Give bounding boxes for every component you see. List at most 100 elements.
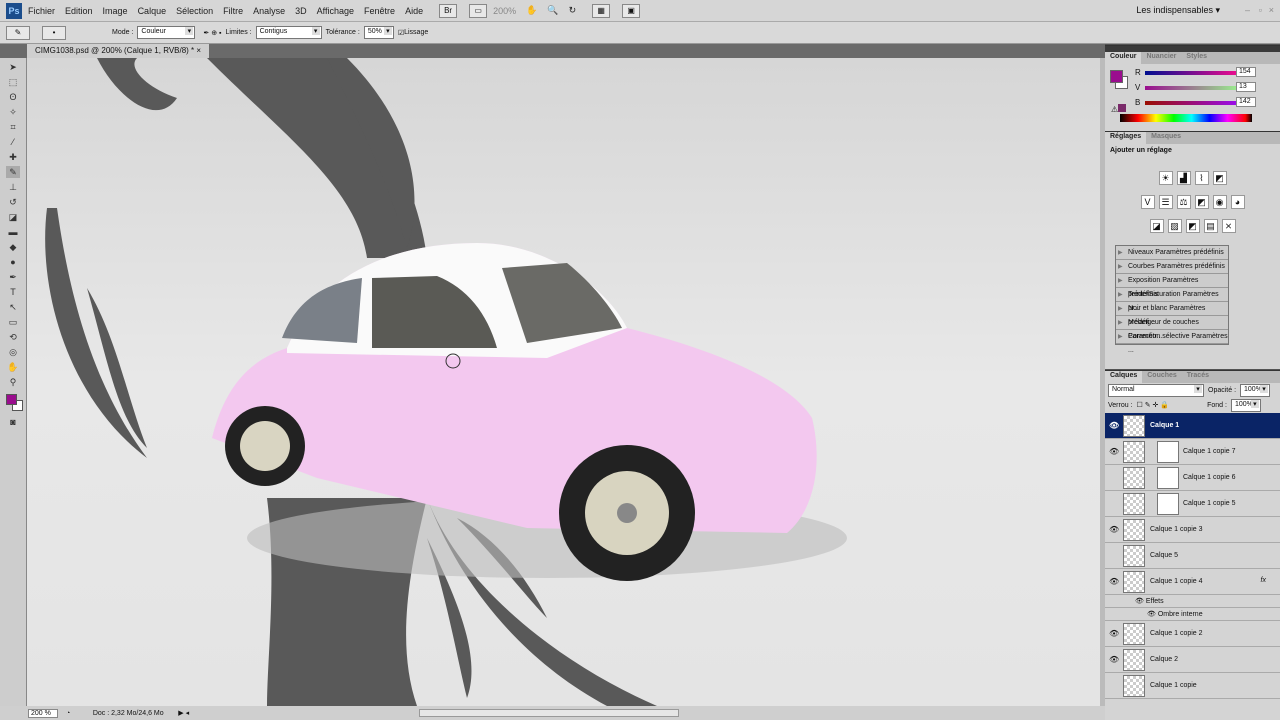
- eyedropper-icon[interactable]: ⁄: [6, 136, 20, 148]
- layer-row[interactable]: Calque 1 copie: [1105, 673, 1280, 699]
- eraser-icon[interactable]: ◪: [6, 211, 20, 223]
- crop-tool-icon[interactable]: ⌗: [6, 121, 20, 133]
- eye-icon[interactable]: 👁: [1109, 447, 1119, 457]
- zoom-icon[interactable]: ⚲: [6, 376, 20, 388]
- shape-tool-icon[interactable]: ▭: [6, 316, 20, 328]
- tool-preset-icon[interactable]: ✎: [6, 25, 30, 40]
- lasso-tool-icon[interactable]: ʘ: [6, 91, 20, 103]
- eye-icon[interactable]: 👁: [1109, 577, 1119, 587]
- selective-color-icon[interactable]: ⨯: [1221, 219, 1236, 233]
- menu-fenetre[interactable]: Fenêtre: [364, 6, 395, 16]
- arrange-documents-icon[interactable]: ▦: [592, 3, 611, 18]
- mode-select[interactable]: Couleur: [137, 26, 196, 39]
- rotate-view-icon[interactable]: ↻: [569, 5, 577, 16]
- magic-wand-icon[interactable]: ✧: [6, 106, 20, 118]
- blend-mode-select[interactable]: Normal: [1108, 383, 1204, 397]
- tab-couleur[interactable]: Couleur: [1105, 52, 1142, 64]
- zoom-tool-icon[interactable]: 🔍: [547, 5, 558, 16]
- opacity-input[interactable]: 100%: [1240, 383, 1271, 397]
- menu-aide[interactable]: Aide: [405, 6, 423, 16]
- menu-selection[interactable]: Sélection: [176, 6, 213, 16]
- preset-item[interactable]: Teinte/Saturation Paramètres pr...: [1116, 288, 1228, 312]
- layer-row[interactable]: 👁 Calque 1 copie 2: [1105, 621, 1280, 647]
- visibility-toggle[interactable]: [1109, 551, 1119, 561]
- preset-item[interactable]: Mélangeur de couches Paramètr...: [1116, 316, 1228, 340]
- menu-affichage[interactable]: Affichage: [317, 6, 354, 16]
- levels-icon[interactable]: ▟: [1176, 171, 1191, 185]
- zoom-level-field[interactable]: 200 %: [28, 708, 58, 718]
- brush-preset-icon[interactable]: •: [42, 25, 66, 40]
- effects-row[interactable]: 👁 Effets: [1105, 595, 1280, 608]
- tab-styles[interactable]: Styles: [1181, 52, 1212, 64]
- layer-row[interactable]: Calque 5: [1105, 543, 1280, 569]
- quick-mask-icon[interactable]: ◙: [6, 416, 20, 428]
- screen-mode-icon-2[interactable]: ▣: [622, 3, 641, 18]
- layer-row[interactable]: 👁 Calque 1 copie 3: [1105, 517, 1280, 543]
- channel-r-value[interactable]: 154: [1236, 67, 1256, 77]
- tab-reglages[interactable]: Réglages: [1105, 132, 1147, 144]
- channel-v-value[interactable]: 13: [1236, 82, 1256, 92]
- layer-mask-thumbnail[interactable]: [1157, 467, 1179, 489]
- horizontal-scrollbar[interactable]: [419, 709, 680, 717]
- layer-row[interactable]: Calque 1 copie 5: [1105, 491, 1280, 517]
- gradient-icon[interactable]: ▬: [6, 226, 20, 238]
- foreground-swatch[interactable]: [1110, 70, 1123, 83]
- path-selection-icon[interactable]: ↖: [6, 301, 20, 313]
- preset-item[interactable]: Correction sélective Paramètres ...: [1116, 330, 1228, 354]
- eye-icon[interactable]: 👁: [1109, 525, 1119, 535]
- tab-traces[interactable]: Tracés: [1182, 371, 1214, 383]
- invert-icon[interactable]: ◪: [1149, 219, 1164, 233]
- gamut-warning-icon[interactable]: ⚠: [1111, 104, 1127, 114]
- black-white-icon[interactable]: ◩: [1194, 195, 1209, 209]
- color-balance-icon[interactable]: ⚖: [1176, 195, 1191, 209]
- fill-input[interactable]: 100%: [1230, 398, 1261, 412]
- blur-icon[interactable]: ◆: [6, 241, 20, 253]
- tab-couches[interactable]: Couches: [1142, 371, 1182, 383]
- limits-select[interactable]: Contigus: [255, 26, 322, 39]
- sampling-icon[interactable]: ✒ ⊕ ▪: [203, 29, 221, 37]
- 3d-orbit-icon[interactable]: ◎: [6, 346, 20, 358]
- posterize-icon[interactable]: ▨: [1167, 219, 1182, 233]
- layer-row[interactable]: 👁 Calque 1: [1105, 413, 1280, 439]
- layer-row[interactable]: 👁 Calque 2: [1105, 647, 1280, 673]
- dodge-icon[interactable]: ●: [6, 256, 20, 268]
- bridge-icon[interactable]: Br: [439, 3, 458, 18]
- threshold-icon[interactable]: ◩: [1185, 219, 1200, 233]
- brightness-icon[interactable]: ☀: [1158, 171, 1173, 185]
- channel-mixer-icon[interactable]: ◕: [1230, 195, 1245, 209]
- pen-tool-icon[interactable]: ✒: [6, 271, 20, 283]
- preset-item[interactable]: Niveaux Paramètres prédéfinis: [1116, 246, 1228, 260]
- menu-analyse[interactable]: Analyse: [253, 6, 285, 16]
- effect-row[interactable]: 👁 Ombre interne: [1105, 608, 1280, 621]
- document-tab[interactable]: CIMG1038.psd @ 200% (Calque 1, RVB/8) * …: [27, 44, 210, 58]
- foreground-color-swatch[interactable]: [6, 394, 17, 405]
- slider-v[interactable]: [1145, 86, 1245, 90]
- preset-item[interactable]: Noir et blanc Paramètres prédéfi...: [1116, 302, 1228, 326]
- gradient-map-icon[interactable]: ▤: [1203, 219, 1218, 233]
- minimize-icon[interactable]: –: [1245, 5, 1250, 15]
- visibility-toggle[interactable]: [1109, 499, 1119, 509]
- color-swatches[interactable]: [0, 391, 26, 413]
- color-replacement-brush-icon[interactable]: ✎: [6, 166, 20, 178]
- visibility-toggle[interactable]: [1109, 681, 1119, 691]
- photo-filter-icon[interactable]: ◉: [1212, 195, 1227, 209]
- hand-tool-icon[interactable]: ✋: [526, 5, 537, 16]
- color-spectrum[interactable]: [1120, 114, 1252, 122]
- channel-b-value[interactable]: 142: [1236, 97, 1256, 107]
- eye-icon[interactable]: 👁: [1109, 655, 1119, 665]
- layer-mask-thumbnail[interactable]: [1157, 441, 1179, 463]
- preset-item[interactable]: Courbes Paramètres prédéfinis: [1116, 260, 1228, 274]
- vibrance-icon[interactable]: V: [1140, 195, 1155, 209]
- lock-icons[interactable]: ☐ ✎ ✛ 🔒: [1137, 401, 1170, 409]
- document-canvas[interactable]: [27, 58, 1100, 706]
- preset-item[interactable]: Exposition Paramètres prédéfinis: [1116, 274, 1228, 298]
- layer-row[interactable]: Calque 1 copie 6: [1105, 465, 1280, 491]
- menu-filtre[interactable]: Filtre: [223, 6, 243, 16]
- 3d-rotate-icon[interactable]: ⟲: [6, 331, 20, 343]
- type-tool-icon[interactable]: T: [6, 286, 20, 298]
- workspace-switcher[interactable]: Les indispensables ▾: [1136, 5, 1220, 16]
- tab-masques[interactable]: Masques: [1146, 132, 1186, 144]
- zoom-dropdown[interactable]: 200%: [493, 6, 516, 16]
- restore-icon[interactable]: ▫: [1259, 5, 1262, 15]
- healing-brush-icon[interactable]: ✚: [6, 151, 20, 163]
